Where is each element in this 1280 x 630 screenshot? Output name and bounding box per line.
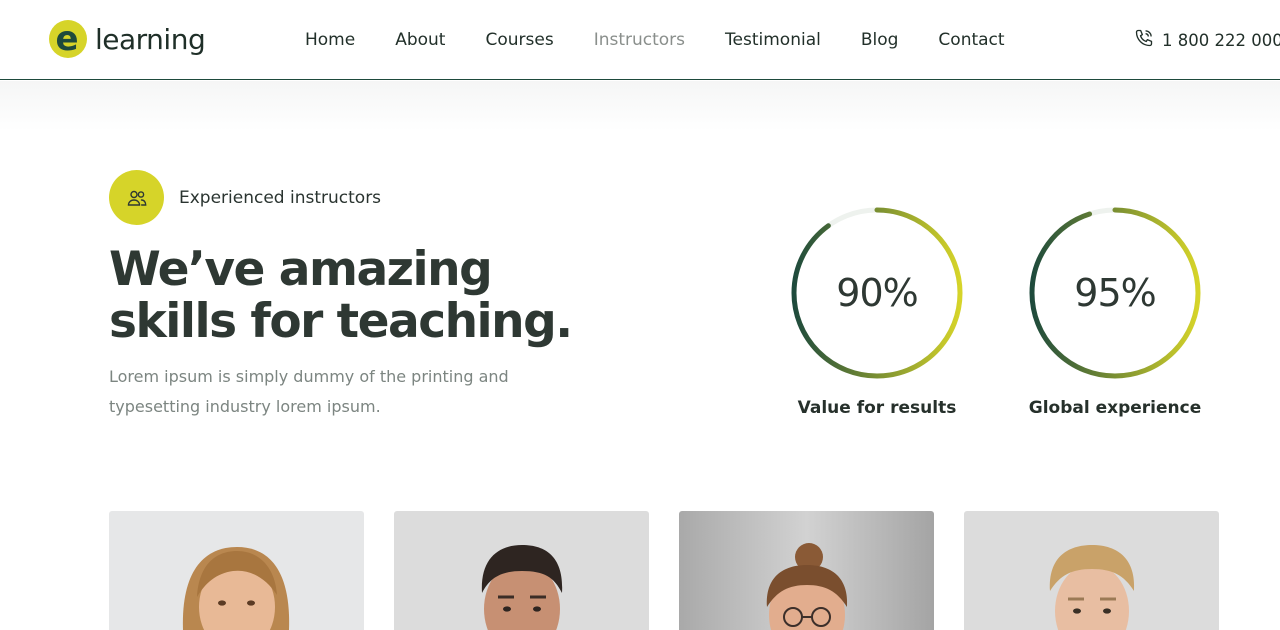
phone-icon (1134, 28, 1154, 52)
nav-blog[interactable]: Blog (861, 30, 899, 50)
logo-icon: e (48, 19, 88, 59)
nav-courses[interactable]: Courses (485, 30, 553, 50)
nav-testimonial[interactable]: Testimonial (725, 30, 821, 50)
instructor-card[interactable] (679, 511, 934, 630)
stat-label: Value for results (797, 398, 957, 418)
nav-about[interactable]: About (395, 30, 445, 50)
progress-ring: 90% (789, 205, 965, 381)
nav-contact[interactable]: Contact (938, 30, 1004, 50)
nav-home[interactable]: Home (305, 30, 355, 50)
phone-number: 1 800 222 000 (1162, 30, 1280, 50)
instructor-card[interactable] (394, 511, 649, 630)
stat-global-experience: 95% Global experience (1027, 205, 1203, 418)
badge-label: Experienced instructors (179, 187, 382, 208)
header-shadow (0, 81, 1280, 131)
stat-value: 95% (1074, 271, 1156, 315)
phone-link[interactable]: 1 800 222 000 (1134, 0, 1280, 80)
instructor-card[interactable] (109, 511, 364, 630)
section-heading: We’ve amazing skills for teaching. (109, 242, 573, 349)
section-badge: Experienced instructors (109, 170, 381, 225)
logo-text: learning (95, 22, 206, 56)
heading-line-1: We’ve amazing (109, 242, 493, 297)
site-header: e learning Home About Courses Instructor… (0, 0, 1280, 80)
progress-ring: 95% (1027, 205, 1203, 381)
main-nav: Home About Courses Instructors Testimoni… (305, 0, 1045, 80)
stat-label: Global experience (1028, 398, 1202, 418)
logo-letter: e (55, 19, 78, 59)
heading-line-2: skills for teaching. (109, 294, 573, 349)
section-description: Lorem ipsum is simply dummy of the print… (109, 367, 509, 416)
instructor-photo (109, 511, 364, 630)
stat-value: 90% (836, 271, 918, 315)
instructor-card[interactable] (964, 511, 1219, 630)
logo[interactable]: e learning (48, 19, 206, 59)
stat-value-for-results: 90% Value for results (789, 205, 965, 418)
instructor-photo (394, 511, 649, 630)
instructor-photo (964, 511, 1219, 630)
nav-instructors[interactable]: Instructors (594, 30, 685, 50)
users-icon (109, 170, 164, 225)
instructor-photo (679, 511, 934, 630)
